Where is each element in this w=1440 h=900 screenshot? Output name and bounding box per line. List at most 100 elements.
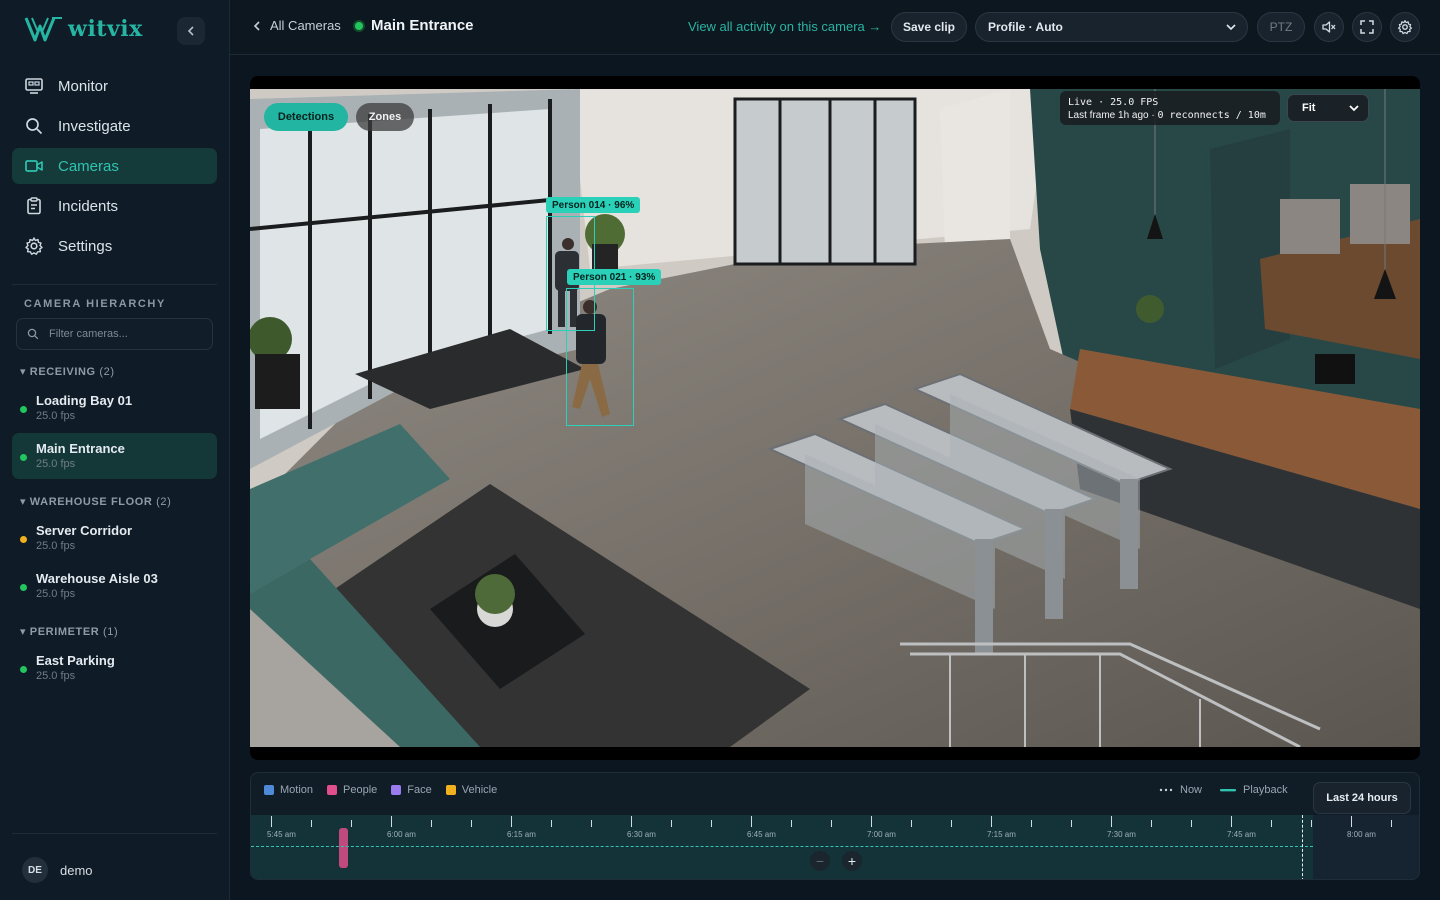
last-frame-info: Last frame 1h ago · 0 reconnects / 10m [1068, 109, 1272, 122]
camera-settings-button[interactable] [1390, 12, 1420, 42]
minor-tick [1271, 820, 1272, 827]
minor-tick [1031, 820, 1032, 827]
now-mode[interactable]: Now [1159, 784, 1202, 796]
camera-item-main-entrance[interactable]: Main Entrance 25.0 fps [12, 433, 217, 479]
legend-face[interactable]: Face [391, 784, 432, 796]
major-tick [1111, 816, 1112, 827]
nav-label: Incidents [58, 197, 119, 215]
tick-label: 7:45 am [1227, 830, 1256, 839]
legend-people[interactable]: People [327, 784, 377, 796]
tick-label: 6:45 am [747, 830, 776, 839]
fit-mode-select[interactable]: Fit [1287, 94, 1369, 122]
group-warehouse-floor[interactable]: ▾ WAREHOUSE FLOOR (2) [20, 495, 171, 508]
timeline-track[interactable] [251, 815, 1419, 879]
camera-item-loading-bay-01[interactable]: Loading Bay 01 25.0 fps [12, 385, 217, 431]
major-tick [511, 816, 512, 827]
minor-tick [911, 820, 912, 827]
minor-tick [951, 820, 952, 827]
search-icon [26, 118, 43, 135]
fullscreen-button[interactable] [1352, 12, 1382, 42]
playback-line [251, 846, 1313, 847]
detections-toggle[interactable]: Detections [264, 103, 348, 131]
filter-cameras-field[interactable] [16, 318, 213, 350]
legend-label: Face [407, 784, 432, 796]
minor-tick [1191, 820, 1192, 827]
minor-tick [311, 820, 312, 827]
fullscreen-icon [1360, 20, 1374, 34]
legend-motion[interactable]: Motion [264, 784, 313, 796]
live-video-feed[interactable]: Detections Zones Live · 25.0 FPS Last fr… [250, 89, 1420, 747]
view-activity-link[interactable]: View all activity on this camera → [688, 19, 881, 34]
video-player[interactable]: Detections Zones Live · 25.0 FPS Last fr… [250, 76, 1420, 760]
nav-item-settings[interactable]: Settings [12, 228, 217, 264]
mute-button[interactable] [1314, 12, 1344, 42]
group-perimeter[interactable]: ▾ PERIMETER (1) [20, 625, 118, 638]
back-label: All Cameras [270, 18, 341, 33]
minor-tick [1151, 820, 1152, 827]
group-count: (1) [103, 626, 119, 638]
collapse-sidebar-button[interactable] [177, 17, 205, 45]
gear-icon [25, 237, 43, 255]
dotted-line-icon [1159, 788, 1173, 792]
zoom-in-button[interactable]: + [842, 851, 862, 871]
detection-label-person-014: Person 014 · 96% [546, 197, 641, 213]
camera-fps: 25.0 fps [36, 540, 76, 552]
camera-header: All Cameras Main Entrance View all activ… [230, 0, 1440, 55]
camera-icon [25, 160, 43, 172]
brand-logo[interactable]: witvix [24, 14, 143, 44]
event-legend: Motion People Face Vehicle [264, 784, 497, 796]
time-range-button[interactable]: Last 24 hours [1313, 782, 1411, 814]
nav-item-cameras[interactable]: Cameras [12, 148, 217, 184]
sidebar-divider [12, 284, 217, 285]
playback-label: Playback [1243, 784, 1288, 796]
search-icon [27, 328, 39, 340]
legend-vehicle[interactable]: Vehicle [445, 784, 497, 796]
save-clip-button[interactable]: Save clip [891, 12, 967, 42]
camera-item-warehouse-aisle-03[interactable]: Warehouse Aisle 03 25.0 fps [12, 563, 217, 609]
reconnects-text: 0 reconnects / 10m [1157, 110, 1266, 121]
playback-line-icon [1220, 789, 1237, 792]
legend-swatch [391, 785, 402, 795]
nav-label: Investigate [58, 117, 131, 135]
page-title: Main Entrance [355, 17, 474, 34]
tick-label: 8:00 am [1347, 830, 1376, 839]
now-marker[interactable] [1302, 815, 1303, 879]
gear-icon [1398, 20, 1412, 35]
camera-item-server-corridor[interactable]: Server Corridor 25.0 fps [12, 515, 217, 561]
back-to-all-cameras-link[interactable]: All Cameras [252, 18, 341, 33]
zones-toggle[interactable]: Zones [356, 103, 414, 131]
tick-label: 6:15 am [507, 830, 536, 839]
zoom-out-button[interactable]: − [810, 851, 830, 871]
ptz-button[interactable]: PTZ [1257, 12, 1305, 42]
camera-name: Warehouse Aisle 03 [36, 571, 158, 586]
minor-tick [471, 820, 472, 827]
tick-label: 5:45 am [267, 830, 296, 839]
major-tick [1351, 816, 1352, 827]
user-menu[interactable]: DE demo [22, 857, 93, 883]
group-receiving[interactable]: ▾ RECEIVING (2) [20, 365, 115, 378]
camera-fps: 25.0 fps [36, 588, 76, 600]
sidebar: witvix Monitor Investigate Cameras Incid… [0, 0, 230, 900]
nav-item-incidents[interactable]: Incidents [12, 188, 217, 224]
nav-item-investigate[interactable]: Investigate [12, 108, 217, 144]
filter-cameras-input[interactable] [49, 328, 199, 340]
profile-select[interactable]: Profile · Auto [975, 12, 1248, 42]
playback-mode[interactable]: Playback [1220, 784, 1288, 796]
group-name: RECEIVING [29, 366, 96, 378]
detection-box-person-021[interactable] [566, 288, 634, 426]
major-tick [871, 816, 872, 827]
tick-label: 7:15 am [987, 830, 1016, 839]
tick-label: 6:30 am [627, 830, 656, 839]
people-event-segment[interactable] [339, 828, 348, 868]
legend-label: Motion [280, 784, 314, 796]
major-tick [271, 816, 272, 827]
tick-label: 7:00 am [867, 830, 896, 839]
tick-label: 6:00 am [387, 830, 416, 839]
lobby-scene-image [250, 89, 1420, 747]
camera-item-east-parking[interactable]: East Parking 25.0 fps [12, 645, 217, 691]
group-name: PERIMETER [29, 626, 100, 638]
minor-tick [431, 820, 432, 827]
nav-item-monitor[interactable]: Monitor [12, 68, 217, 104]
last-frame-text: Last frame 1h ago · [1068, 110, 1158, 121]
minor-tick [591, 820, 592, 827]
